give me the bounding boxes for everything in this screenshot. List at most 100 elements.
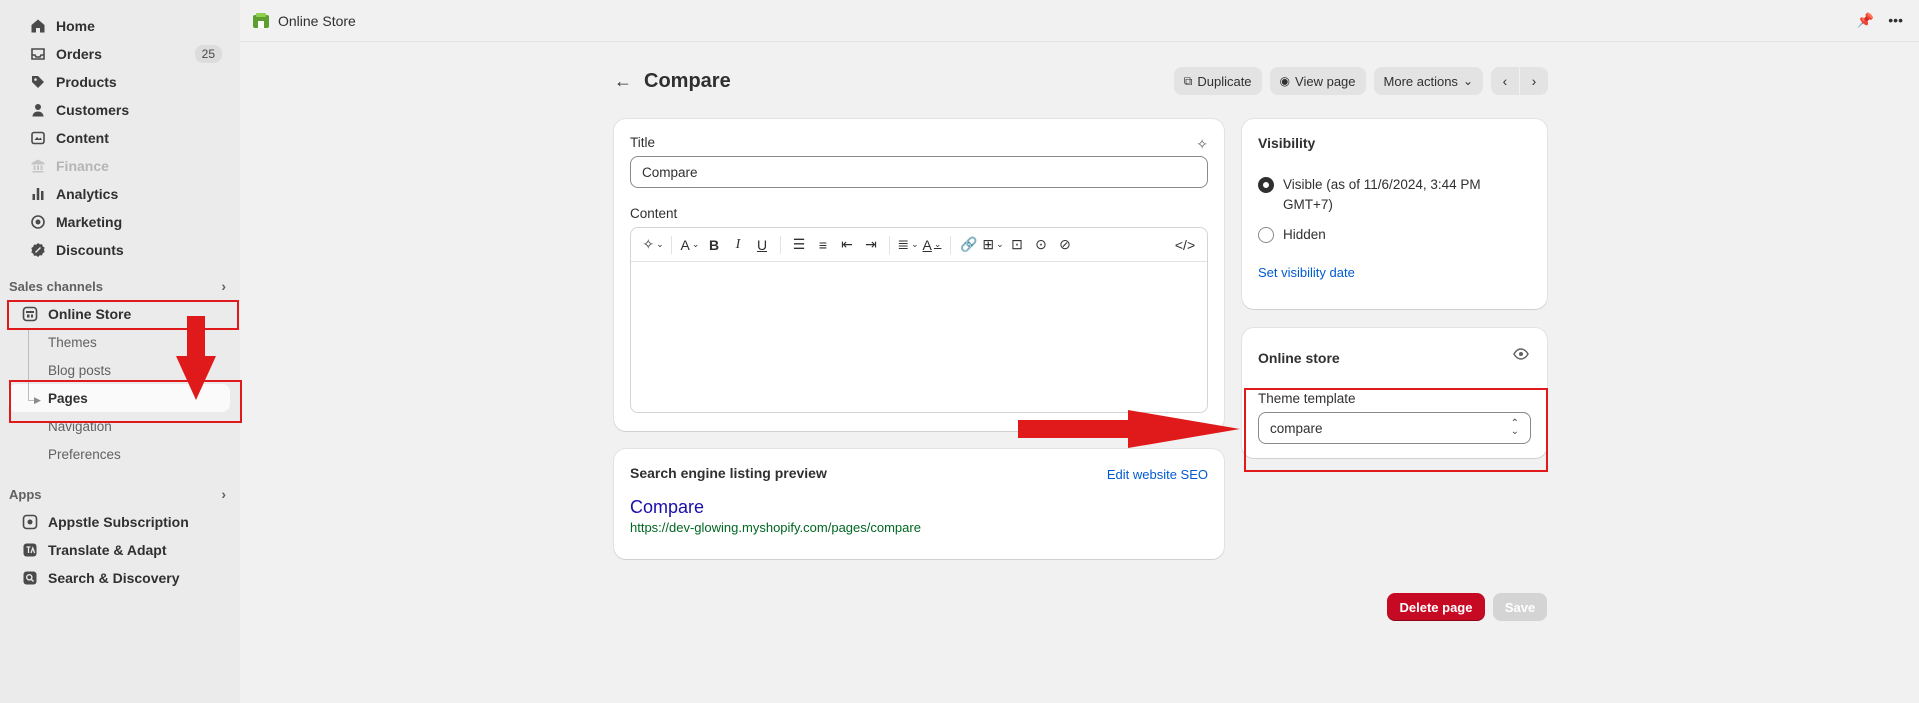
pager: ‹ › bbox=[1491, 67, 1548, 95]
indent-icon[interactable]: ⇥ bbox=[859, 233, 883, 257]
bar-chart-icon bbox=[30, 186, 46, 202]
title-input[interactable]: Compare bbox=[630, 156, 1208, 188]
save-button[interactable]: Save bbox=[1493, 593, 1547, 621]
sidebar-item-products[interactable]: Products bbox=[8, 68, 232, 96]
align-icon[interactable]: ≣ ⌄ bbox=[896, 233, 920, 257]
pin-icon[interactable]: 📌 bbox=[1857, 12, 1874, 29]
italic-icon[interactable]: I bbox=[726, 233, 750, 257]
content-label: Content bbox=[630, 206, 678, 221]
sidebar-item-label: Home bbox=[56, 18, 95, 34]
page-header: ← Compare ⧉ Duplicate ◉ View page More a… bbox=[614, 66, 1548, 96]
sidebar-app-appstle[interactable]: Appstle Subscription bbox=[8, 508, 232, 536]
font-size-icon[interactable]: A ⌄ bbox=[678, 233, 702, 257]
link-icon[interactable]: 🔗 bbox=[957, 233, 981, 257]
video-icon[interactable]: ⊙ bbox=[1029, 233, 1053, 257]
sparkle-icon[interactable]: ✧ bbox=[1196, 136, 1208, 153]
outdent-icon[interactable]: ⇤ bbox=[835, 233, 859, 257]
hidden-radio[interactable] bbox=[1258, 227, 1274, 243]
toolbar-divider bbox=[780, 235, 781, 254]
sidebar-item-label: Appstle Subscription bbox=[48, 514, 189, 530]
back-arrow-icon[interactable]: ← bbox=[614, 71, 632, 92]
seo-preview-card: Search engine listing preview Edit websi… bbox=[614, 449, 1224, 559]
discount-icon bbox=[30, 242, 46, 258]
sidebar-item-label: Translate & Adapt bbox=[48, 542, 167, 558]
editor-toolbar: ✧ ⌄ A ⌄ B I U ☰ ≡ ⇤ ⇥ ≣ ⌄ A ⌄ 🔗 ⊞ ⌄ ⊡ ⊙ ⊘ </> bbox=[631, 228, 1207, 262]
edit-seo-link[interactable]: Edit website SEO bbox=[1107, 467, 1208, 482]
eye-icon: ◉ bbox=[1279, 74, 1291, 88]
person-icon bbox=[30, 102, 46, 118]
more-icon[interactable]: ••• bbox=[1888, 12, 1903, 29]
sidebar-item-label: Content bbox=[56, 130, 109, 146]
duplicate-button[interactable]: ⧉ Duplicate bbox=[1173, 67, 1262, 95]
seo-preview-url: https://dev-glowing.myshopify.com/pages/… bbox=[630, 520, 921, 535]
previous-page-button[interactable]: ‹ bbox=[1491, 67, 1519, 95]
page-title: Compare bbox=[644, 69, 731, 92]
top-bar: Online Store 📌 ••• bbox=[240, 0, 1919, 42]
app-icon bbox=[22, 514, 38, 530]
eye-icon[interactable] bbox=[1513, 346, 1529, 365]
sidebar-item-label: Customers bbox=[56, 102, 130, 118]
hidden-option[interactable]: Hidden bbox=[1258, 225, 1531, 245]
toolbar-divider bbox=[950, 235, 951, 254]
rich-text-editor: ✧ ⌄ A ⌄ B I U ☰ ≡ ⇤ ⇥ ≣ ⌄ A ⌄ 🔗 ⊞ ⌄ ⊡ ⊙ ⊘ </> bbox=[630, 227, 1208, 413]
sidebar-item-label: Discounts bbox=[56, 242, 124, 258]
set-visibility-date-link[interactable]: Set visibility date bbox=[1258, 265, 1531, 280]
sidebar-item-customers[interactable]: Customers bbox=[8, 96, 232, 124]
sidebar-item-content[interactable]: Content bbox=[8, 124, 232, 152]
sidebar-item-discounts[interactable]: Discounts bbox=[8, 236, 232, 264]
sidebar-app-search-discovery[interactable]: Search & Discovery bbox=[8, 564, 232, 592]
target-icon bbox=[30, 214, 46, 230]
sidebar-item-label: Finance bbox=[56, 158, 109, 174]
delete-page-button[interactable]: Delete page bbox=[1387, 593, 1485, 621]
tag-icon bbox=[30, 74, 46, 90]
orders-icon bbox=[30, 46, 46, 62]
text-color-icon[interactable]: A ⌄ bbox=[920, 233, 944, 257]
bank-icon bbox=[30, 158, 46, 174]
highlight-theme-template bbox=[1244, 388, 1548, 472]
visibility-card: Visibility Visible (as of 11/6/2024, 3:4… bbox=[1242, 119, 1547, 309]
visible-option[interactable]: Visible (as of 11/6/2024, 3:44 PM GMT+7) bbox=[1258, 175, 1531, 215]
toolbar-divider bbox=[889, 235, 890, 254]
bullet-list-icon[interactable]: ☰ bbox=[787, 233, 811, 257]
visible-radio[interactable] bbox=[1258, 177, 1274, 193]
annotation-arrow-down-icon bbox=[176, 316, 216, 400]
sidebar-subitem-preferences[interactable]: Preferences bbox=[8, 440, 232, 468]
sales-channels-header[interactable]: Sales channels › bbox=[0, 272, 240, 300]
numbered-list-icon[interactable]: ≡ bbox=[811, 233, 835, 257]
online-store-heading: Online store bbox=[1258, 350, 1340, 366]
translate-icon bbox=[22, 542, 38, 558]
clear-format-icon[interactable]: ⊘ bbox=[1053, 233, 1077, 257]
sidebar-item-label: Marketing bbox=[56, 214, 123, 230]
underline-icon[interactable]: U bbox=[750, 233, 774, 257]
annotation-arrow-right-icon bbox=[1018, 410, 1240, 448]
apps-header[interactable]: Apps › bbox=[0, 480, 240, 508]
store-name: Online Store bbox=[278, 12, 356, 29]
sidebar-item-finance[interactable]: Finance bbox=[8, 152, 232, 180]
ai-format-icon[interactable]: ✧ ⌄ bbox=[641, 233, 665, 257]
duplicate-icon: ⧉ bbox=[1183, 73, 1193, 88]
visibility-heading: Visibility bbox=[1258, 135, 1316, 151]
chevron-right-icon: › bbox=[221, 486, 226, 502]
sidebar-item-orders[interactable]: Orders 25 bbox=[8, 40, 232, 68]
table-icon[interactable]: ⊞ ⌄ bbox=[981, 233, 1005, 257]
code-view-icon[interactable]: </> bbox=[1173, 233, 1197, 257]
home-icon bbox=[30, 18, 46, 34]
content-icon bbox=[30, 130, 46, 146]
title-label: Title bbox=[630, 135, 656, 150]
search-icon bbox=[22, 570, 38, 586]
orders-count-badge: 25 bbox=[194, 45, 222, 63]
toolbar-divider bbox=[671, 235, 672, 254]
seo-preview-title: Compare bbox=[630, 497, 705, 517]
chevron-down-icon: ⌄ bbox=[1462, 74, 1473, 88]
sidebar-item-label: Search & Discovery bbox=[48, 570, 180, 586]
view-page-button[interactable]: ◉ View page bbox=[1269, 67, 1366, 95]
more-actions-button[interactable]: More actions ⌄ bbox=[1373, 67, 1483, 95]
next-page-button[interactable]: › bbox=[1520, 67, 1548, 95]
sidebar-app-translate[interactable]: Translate & Adapt bbox=[8, 536, 232, 564]
bold-icon[interactable]: B bbox=[702, 233, 726, 257]
sidebar-item-home[interactable]: Home bbox=[8, 12, 232, 40]
image-icon[interactable]: ⊡ bbox=[1005, 233, 1029, 257]
sidebar-item-marketing[interactable]: Marketing bbox=[8, 208, 232, 236]
sidebar-item-label: Analytics bbox=[56, 186, 119, 202]
sidebar-item-analytics[interactable]: Analytics bbox=[8, 180, 232, 208]
